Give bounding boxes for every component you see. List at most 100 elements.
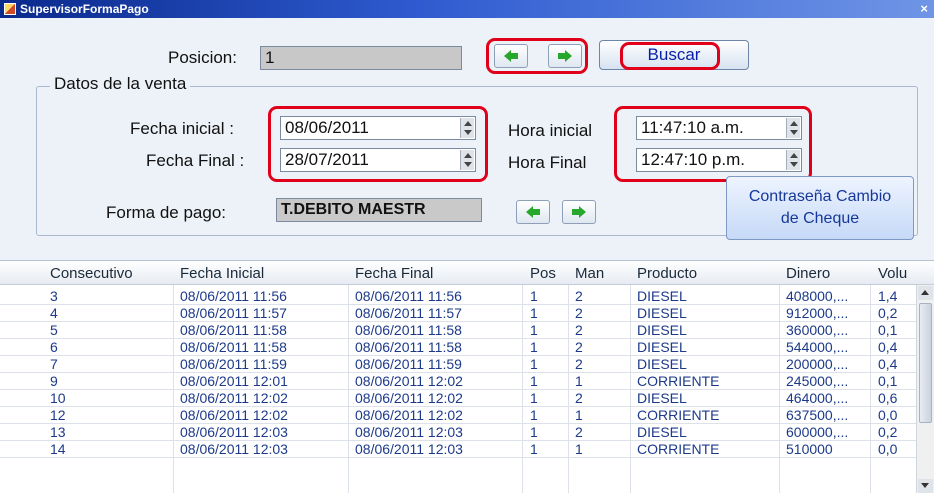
cell-consecutivo: 13: [50, 424, 66, 440]
cell-producto: DIESEL: [637, 288, 687, 304]
highlight-nav-buttons: [486, 38, 588, 74]
cell-man: 2: [575, 356, 583, 372]
position-field[interactable]: 1: [260, 46, 462, 70]
cell-fecha-final: 08/06/2011 12:02: [355, 407, 463, 423]
end-time-label: Hora Final: [508, 153, 587, 172]
scroll-down-icon[interactable]: [918, 479, 933, 493]
cell-producto: CORRIENTE: [637, 407, 720, 423]
cell-pos: 1: [530, 441, 538, 457]
column-header-fecha-final[interactable]: Fecha Final: [355, 265, 433, 282]
cell-man: 2: [575, 305, 583, 321]
cell-volu: 1,4: [878, 288, 898, 304]
cell-volu: 0,1: [878, 373, 898, 389]
app-icon: [4, 3, 16, 15]
cell-consecutivo: 14: [50, 441, 66, 457]
cell-consecutivo: 9: [50, 373, 58, 389]
table-row[interactable]: 14 08/06/2011 12:03 08/06/2011 12:03 1 1 CORR…: [0, 440, 916, 458]
cell-producto: CORRIENTE: [637, 441, 720, 457]
highlight-times: [614, 106, 812, 182]
start-date-label: Fecha inicial :: [130, 119, 234, 138]
table-row[interactable]: 12 08/06/2011 12:02 08/06/2011 12:02 1 1 CORR…: [0, 406, 916, 424]
cell-fecha-inicial: 08/06/2011 12:02: [180, 390, 288, 406]
cell-dinero: 544000,...: [786, 339, 849, 355]
column-header-dinero[interactable]: Dinero: [786, 265, 830, 282]
table-header: Consecutivo Fecha Inicial Fecha Final Po…: [0, 261, 934, 285]
cell-fecha-inicial: 08/06/2011 11:57: [180, 305, 287, 321]
cell-man: 1: [575, 407, 583, 423]
cell-volu: 0,2: [878, 424, 898, 440]
cell-man: 2: [575, 322, 583, 338]
table-row[interactable]: 6 08/06/2011 11:58 08/06/2011 11:58 1 2 DIESE…: [0, 338, 916, 356]
column-header-man[interactable]: Man: [575, 265, 604, 282]
sale-data-title: Datos de la venta: [50, 74, 191, 94]
cell-producto: CORRIENTE: [637, 373, 720, 389]
sales-table[interactable]: Consecutivo Fecha Inicial Fecha Final Po…: [0, 260, 934, 493]
next-payment-button[interactable]: [562, 200, 596, 224]
cell-fecha-inicial: 08/06/2011 12:01: [180, 373, 288, 389]
table-row[interactable]: 13 08/06/2011 12:03 08/06/2011 12:03 1 2 DIES…: [0, 423, 916, 441]
cell-fecha-final: 08/06/2011 11:57: [355, 305, 462, 321]
cell-man: 2: [575, 288, 583, 304]
cell-producto: DIESEL: [637, 424, 687, 440]
cell-fecha-inicial: 08/06/2011 11:58: [180, 322, 287, 338]
cell-man: 1: [575, 373, 583, 389]
table-row[interactable]: 3 08/06/2011 11:56 08/06/2011 11:56 1 2 DIESE…: [0, 287, 916, 305]
column-header-consecutivo[interactable]: Consecutivo: [50, 265, 133, 282]
cell-volu: 0,6: [878, 390, 898, 406]
highlight-dates: [268, 106, 488, 182]
position-label: Posicion:: [168, 48, 237, 67]
cell-fecha-final: 08/06/2011 12:03: [355, 424, 463, 440]
cell-volu: 0,0: [878, 441, 898, 457]
close-icon[interactable]: ×: [920, 1, 928, 16]
cell-fecha-final: 08/06/2011 11:59: [355, 356, 462, 372]
cell-fecha-final: 08/06/2011 12:02: [355, 373, 463, 389]
scroll-up-icon[interactable]: [918, 286, 933, 300]
table-row[interactable]: 9 08/06/2011 12:01 08/06/2011 12:02 1 1 CORRI…: [0, 372, 916, 390]
cell-man: 1: [575, 441, 583, 457]
cell-man: 2: [575, 424, 583, 440]
cell-volu: 0,4: [878, 356, 898, 372]
cell-consecutivo: 4: [50, 305, 58, 321]
cell-man: 2: [575, 390, 583, 406]
cell-dinero: 510000: [786, 441, 833, 457]
cell-dinero: 408000,...: [786, 288, 849, 304]
check-change-password-button[interactable]: Contraseña Cambio de Cheque: [726, 176, 914, 240]
table-row[interactable]: 5 08/06/2011 11:58 08/06/2011 11:58 1 2 DIESE…: [0, 321, 916, 339]
cell-fecha-inicial: 08/06/2011 12:02: [180, 407, 288, 423]
column-header-pos[interactable]: Pos: [530, 265, 556, 282]
payment-method-label: Forma de pago:: [106, 203, 227, 222]
prev-payment-button[interactable]: [516, 200, 550, 224]
cell-consecutivo: 7: [50, 356, 58, 372]
table-row[interactable]: 4 08/06/2011 11:57 08/06/2011 11:57 1 2 DIESE…: [0, 304, 916, 322]
arrow-right-icon: [572, 206, 586, 218]
vertical-scrollbar[interactable]: [916, 285, 934, 493]
cell-dinero: 200000,...: [786, 356, 849, 372]
cell-producto: DIESEL: [637, 339, 687, 355]
window-titlebar: SupervisorFormaPago ×: [0, 0, 934, 18]
cell-producto: DIESEL: [637, 305, 687, 321]
cell-pos: 1: [530, 356, 538, 372]
scroll-thumb[interactable]: [919, 303, 932, 423]
cell-consecutivo: 12: [50, 407, 66, 423]
cell-fecha-inicial: 08/06/2011 11:58: [180, 339, 287, 355]
cell-fecha-inicial: 08/06/2011 12:03: [180, 424, 288, 440]
highlight-search-button: [620, 42, 720, 70]
table-row[interactable]: 7 08/06/2011 11:59 08/06/2011 11:59 1 2 DIESE…: [0, 355, 916, 373]
table-row[interactable]: 10 08/06/2011 12:02 08/06/2011 12:02 1 2 DIES…: [0, 389, 916, 407]
column-header-fecha-inicial[interactable]: Fecha Inicial: [180, 265, 264, 282]
cell-fecha-inicial: 08/06/2011 12:03: [180, 441, 288, 457]
cell-dinero: 912000,...: [786, 305, 849, 321]
cell-pos: 1: [530, 339, 538, 355]
cell-fecha-inicial: 08/06/2011 11:59: [180, 356, 287, 372]
cell-fecha-final: 08/06/2011 11:56: [355, 288, 462, 304]
cell-dinero: 600000,...: [786, 424, 849, 440]
column-header-volu[interactable]: Volu: [878, 265, 907, 282]
column-header-producto[interactable]: Producto: [637, 265, 697, 282]
cell-man: 2: [575, 339, 583, 355]
cell-volu: 0,2: [878, 305, 898, 321]
end-date-label: Fecha Final :: [146, 151, 245, 170]
payment-method-select[interactable]: T.DEBITO MAESTR: [276, 198, 482, 222]
arrow-left-icon: [526, 206, 540, 218]
cell-fecha-final: 08/06/2011 11:58: [355, 339, 462, 355]
cell-producto: DIESEL: [637, 356, 687, 372]
